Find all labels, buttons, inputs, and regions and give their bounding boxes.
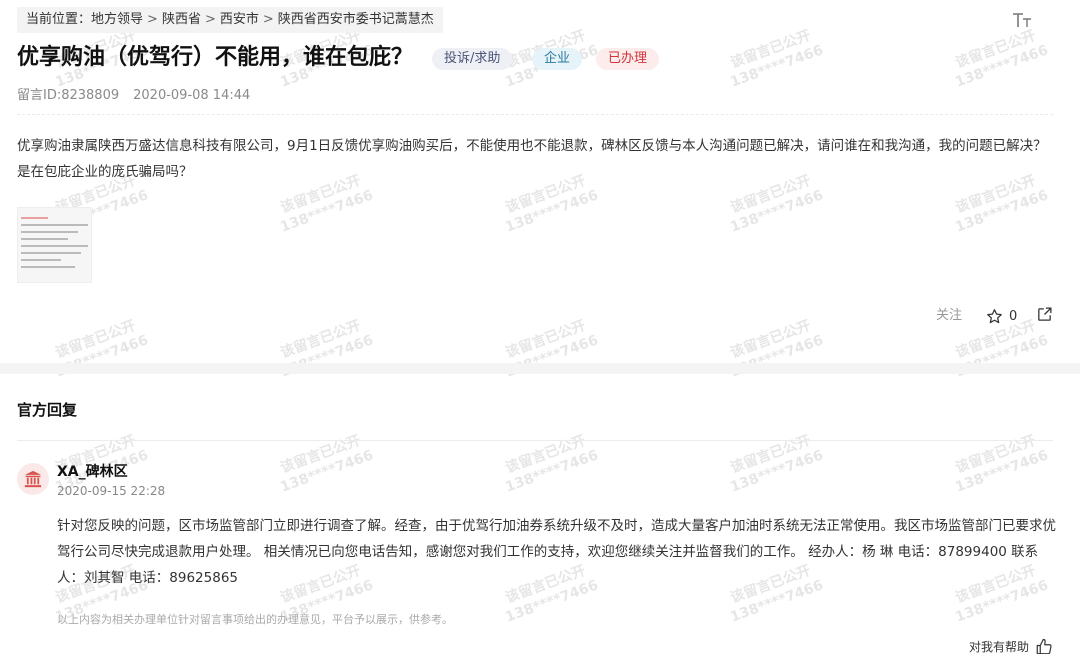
- breadcrumb: 当前位置：地方领导 > 陕西省 > 西安市 > 陕西省西安市委书记蒿慧杰: [17, 7, 443, 33]
- breadcrumb-prefix: 当前位置：: [26, 12, 92, 27]
- breadcrumb-item-leader[interactable]: 陕西省西安市委书记蒿慧杰: [278, 12, 434, 27]
- status-badge: 已办理: [596, 48, 660, 70]
- thumbnail-line: [21, 259, 62, 261]
- divider: [17, 440, 1053, 441]
- thumbnail-line: [21, 224, 88, 226]
- star-button[interactable]: 0: [986, 306, 1017, 326]
- section-separator: [0, 363, 1080, 374]
- page-title: 优享购油（优驾行）不能用，谁在包庇？: [17, 45, 414, 70]
- breadcrumb-item-province[interactable]: 陕西省: [162, 12, 201, 27]
- post-content: 优享购油隶属陕西万盛达信息科技有限公司，9月1日反馈优享购油购买后，不能使用也不…: [17, 138, 1047, 180]
- entity-tag[interactable]: 企业: [532, 48, 583, 70]
- thumbnail-line: [21, 245, 88, 247]
- attachment-thumbnail[interactable]: [17, 207, 92, 283]
- font-size-glyph: [1013, 13, 1031, 27]
- divider: [17, 114, 1053, 115]
- thumbnail-line: [21, 252, 82, 254]
- post-meta: 留言ID:8238809 2020-09-08 14:44: [17, 87, 250, 105]
- thumbnail-line: [21, 231, 78, 233]
- department-name: XA_碑林区: [57, 464, 128, 480]
- follow-button[interactable]: 关注: [936, 306, 962, 326]
- share-icon: [1038, 307, 1052, 321]
- star-count: 0: [1009, 308, 1018, 324]
- watermark: 该留言已公开138****7466: [953, 27, 1051, 91]
- post-datetime: 2020-09-08 14:44: [133, 88, 251, 103]
- breadcrumb-separator: >: [262, 12, 274, 27]
- avatar: [17, 463, 49, 495]
- share-button[interactable]: [1036, 306, 1053, 326]
- breadcrumb-separator: >: [204, 12, 216, 27]
- helpful-label: 对我有帮助: [969, 640, 1030, 654]
- reply-datetime: 2020-09-15 22:28: [57, 484, 166, 498]
- thumbnail-line: [21, 217, 48, 219]
- breadcrumb-separator: >: [147, 12, 158, 27]
- thumbs-up-icon: [1036, 638, 1052, 654]
- breadcrumb-item-city[interactable]: 西安市: [220, 12, 259, 27]
- reply-heading: 官方回复: [17, 401, 78, 419]
- government-building-icon: [24, 470, 42, 488]
- star-icon: [987, 308, 1002, 323]
- font-size-icon[interactable]: [1012, 10, 1032, 30]
- breadcrumb-item-level1[interactable]: 地方领导: [91, 12, 143, 27]
- helpful-button[interactable]: 对我有帮助: [969, 638, 1053, 654]
- thumbnail-line: [21, 238, 68, 240]
- thumbnail-line: [21, 266, 75, 268]
- reply-content: 针对您反映的问题，区市场监管部门立即进行调查了解。经查，由于优驾行加油券系统升级…: [57, 518, 1056, 586]
- watermark: 该留言已公开138****7466: [728, 27, 826, 91]
- message-id: 留言ID:8238809: [17, 88, 120, 103]
- category-tag[interactable]: 投诉/求助: [432, 48, 513, 70]
- disclaimer: 以上内容为相关办理单位针对留言事项给出的办理意见，平台予以展示，供参考。: [57, 613, 453, 626]
